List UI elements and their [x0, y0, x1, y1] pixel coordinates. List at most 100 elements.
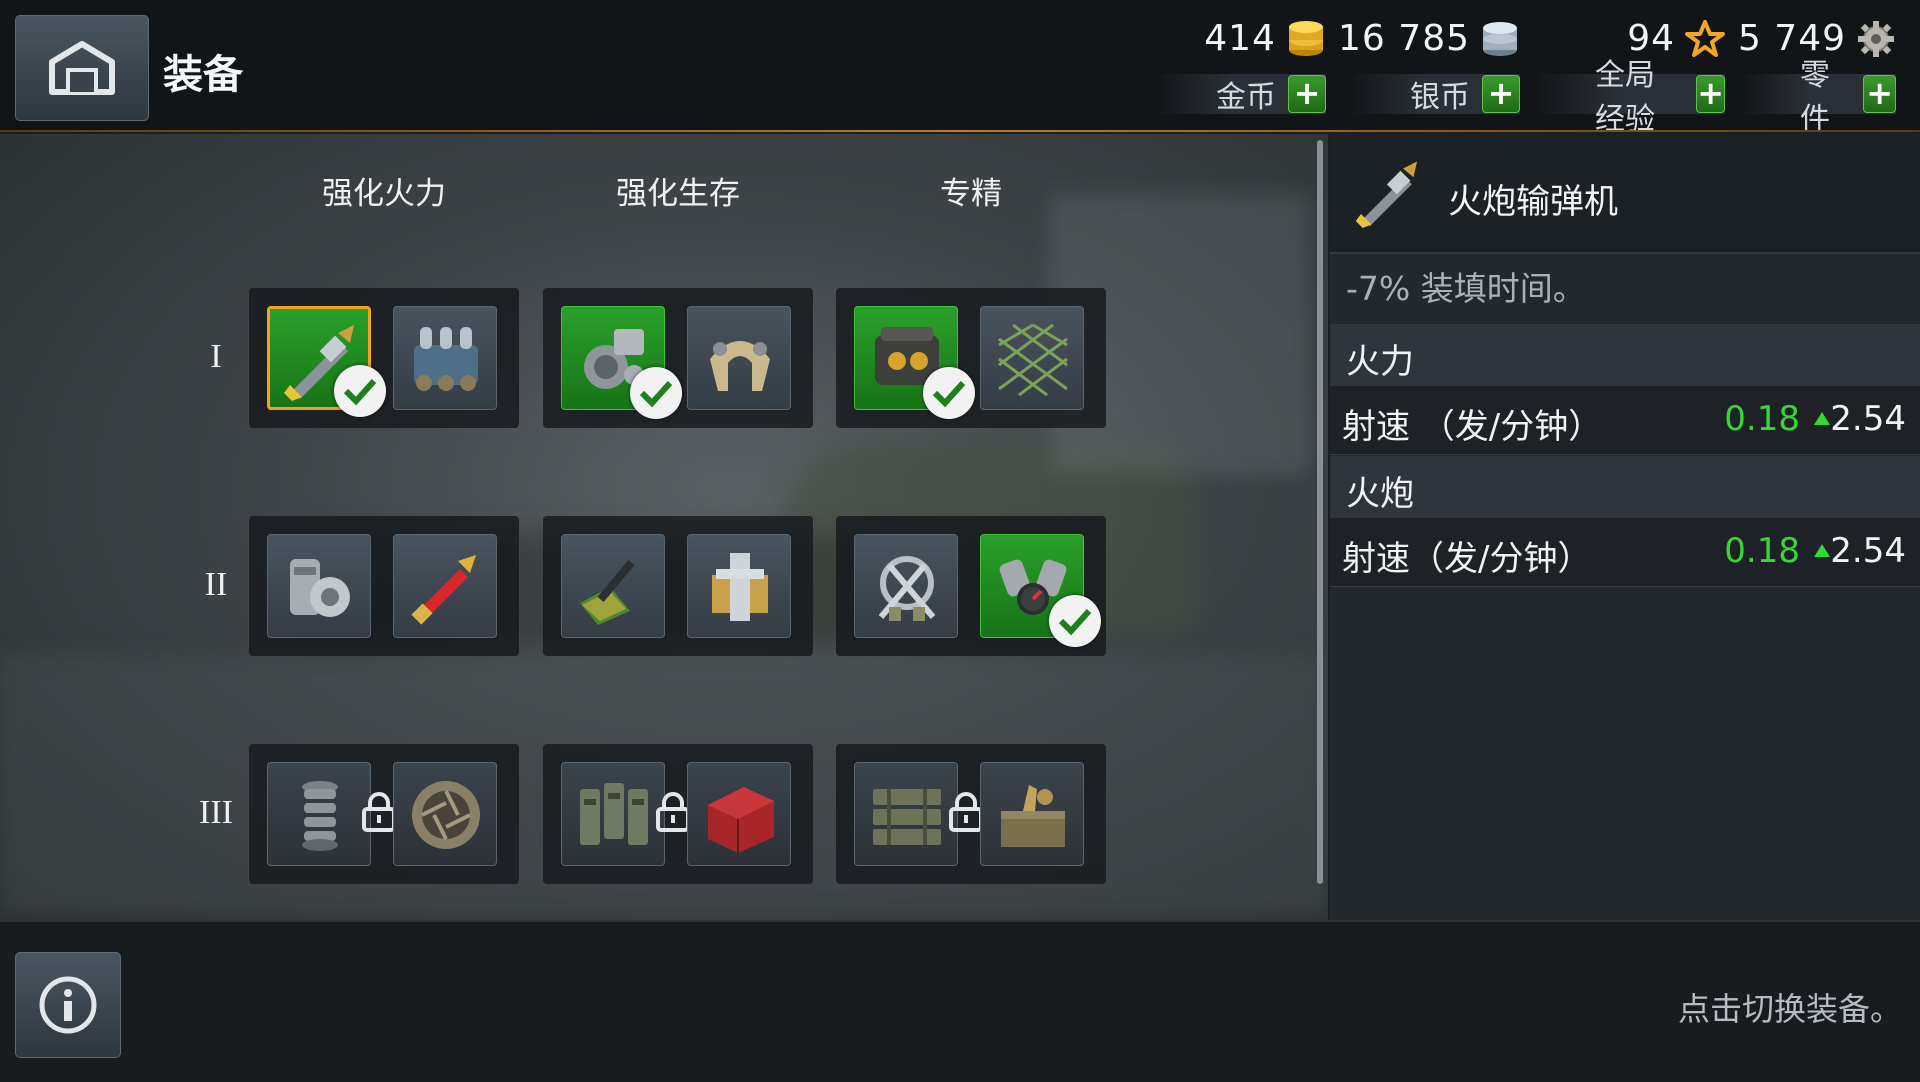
silver-label: 银币: [1410, 80, 1470, 115]
equipment-slot-optics[interactable]: [854, 306, 975, 419]
equipment-slot-ammo-crates[interactable]: [854, 762, 958, 866]
column-survivability: 强化生存: [616, 176, 740, 212]
ammo-pack-icon: [414, 327, 478, 391]
section-title: 火炮: [1346, 474, 1414, 514]
garage-home-button[interactable]: [15, 15, 149, 121]
stat-row-rate-of-fire: 射速（发/分钟） 0.18 2.54: [1330, 518, 1920, 587]
page-title: 装备: [163, 52, 243, 98]
increase-arrow-icon: [1814, 544, 1830, 557]
aperture-icon: [412, 781, 480, 849]
garage-icon: [49, 41, 115, 95]
tier1-survivability-group: [543, 288, 813, 428]
grid-scrollbar[interactable]: [1317, 140, 1323, 884]
tier-2-label: II: [204, 566, 228, 603]
equipment-slot-crossed-tools[interactable]: [854, 534, 958, 638]
red-shell-icon: [411, 555, 476, 625]
stat-name: 射速 （发/分钟）: [1342, 407, 1603, 447]
equipment-slot-armor-plating[interactable]: [687, 306, 791, 410]
module-description: -7% 装填时间。: [1346, 269, 1586, 308]
ammo-crates-icon: [873, 789, 941, 845]
buy-gold-button[interactable]: +: [1288, 75, 1326, 113]
lock-icon: [656, 792, 690, 832]
equipment-slot-supply-box[interactable]: [980, 762, 1084, 866]
stat-row-rate-of-fire: 射速 （发/分钟） 0.18 2.54: [1330, 386, 1920, 455]
equipment-grid-panel: 强化火力 强化生存 专精 I II III: [0, 134, 1328, 920]
armor-plating-icon: [710, 341, 770, 391]
tier2-specialization-group: [836, 516, 1106, 656]
equipment-slot-toolbox[interactable]: [687, 762, 791, 866]
tier3-specialization-group: [836, 744, 1106, 884]
supply-box-icon: [1001, 785, 1065, 847]
tier1-specialization-group: [836, 288, 1106, 428]
module-name: 火炮输弹机: [1448, 182, 1618, 222]
equipment-slot-shell-red[interactable]: [393, 534, 497, 638]
parts-currency: 5 749 零件 +: [1738, 12, 1896, 137]
equipment-slot-ammo-pack[interactable]: [393, 306, 497, 410]
stat-value: 2.54: [1830, 399, 1906, 439]
tier1-firepower-group: [249, 288, 519, 428]
gold-currency: 414 金币 +: [1140, 12, 1326, 122]
column-firepower: 强化火力: [322, 176, 446, 212]
stat-delta: 0.18: [1724, 399, 1800, 439]
equipment-slot-gun-rammer[interactable]: [267, 306, 386, 417]
gold-amount: 414: [1204, 18, 1276, 59]
equipped-check-icon: [630, 367, 682, 419]
info-button[interactable]: [15, 952, 121, 1058]
equipment-slot-armored-hatch[interactable]: [687, 534, 791, 638]
buy-silver-button[interactable]: +: [1482, 75, 1520, 113]
parts-label: 零件: [1800, 58, 1830, 137]
tier3-firepower-group: [249, 744, 519, 884]
equipment-slot-aperture[interactable]: [393, 762, 497, 866]
module-details-panel: 火炮输弹机 -7% 装填时间。 火力 射速 （发/分钟） 0.18 2.54 火…: [1330, 134, 1920, 920]
wrench-blade-icon: [580, 560, 635, 625]
tier-3-label: III: [199, 794, 233, 831]
star-icon: [1685, 19, 1725, 57]
top-bar: 装备 414 金币 + 16 785 银币 + 94 全局经验 + 5 749 …: [0, 0, 1920, 137]
stat-delta: 0.18: [1724, 531, 1800, 571]
equipped-check-icon: [1049, 595, 1101, 647]
equipment-slot-spring-coil[interactable]: [267, 762, 371, 866]
section-title: 火力: [1346, 342, 1414, 382]
stat-name: 射速（发/分钟）: [1342, 539, 1592, 579]
stats-section-gun: 火炮: [1330, 456, 1920, 518]
global-xp-label: 全局经验: [1595, 58, 1655, 137]
spring-coil-icon: [302, 781, 338, 851]
equipment-slot-turbo-engine[interactable]: [980, 534, 1101, 647]
column-specialization: 专精: [940, 176, 1002, 212]
crossed-tools-icon: [878, 556, 936, 621]
tracks-icon: [580, 783, 648, 845]
lock-icon: [362, 792, 396, 832]
toolbox-icon: [708, 787, 774, 853]
stats-section-firepower: 火力: [1330, 324, 1920, 386]
gear-icon: [1858, 20, 1894, 57]
buy-parts-button[interactable]: +: [1863, 75, 1896, 113]
silver-coin-icon: [1483, 21, 1517, 56]
info-icon: [39, 976, 97, 1034]
increase-arrow-icon: [1814, 412, 1830, 425]
armored-hatch-icon: [712, 553, 768, 621]
lock-icon: [949, 792, 983, 832]
buy-global-xp-button[interactable]: +: [1696, 75, 1725, 113]
stat-value: 2.54: [1830, 531, 1906, 571]
gun-mechanism-icon: [290, 559, 350, 617]
equipped-check-icon: [923, 367, 975, 419]
silver-currency: 16 785 银币 +: [1338, 12, 1520, 122]
hint-text: 点击切换装备。: [1677, 990, 1902, 1028]
equipment-slot-tracks[interactable]: [561, 762, 665, 866]
tier2-firepower-group: [249, 516, 519, 656]
equipment-slot-engine-parts[interactable]: [561, 306, 682, 419]
gold-label: 金币: [1216, 80, 1276, 115]
gun-rammer-icon: [1355, 161, 1417, 228]
equipment-slot-camo-net[interactable]: [980, 306, 1084, 410]
equipment-slot-bayonet-wrench[interactable]: [561, 534, 665, 638]
gold-coin-icon: [1289, 20, 1323, 56]
equipment-slot-gun-mechanism[interactable]: [267, 534, 371, 638]
bottom-bar: 点击切换装备。: [0, 920, 1920, 1082]
global-xp-currency: 94 全局经验 +: [1535, 12, 1725, 137]
camo-net-icon: [998, 323, 1068, 397]
module-header: 火炮输弹机: [1330, 134, 1920, 254]
tier3-survivability-group: [543, 744, 813, 884]
silver-amount: 16 785: [1338, 18, 1470, 59]
equipped-check-icon: [334, 365, 386, 417]
tier-1-label: I: [210, 338, 222, 375]
